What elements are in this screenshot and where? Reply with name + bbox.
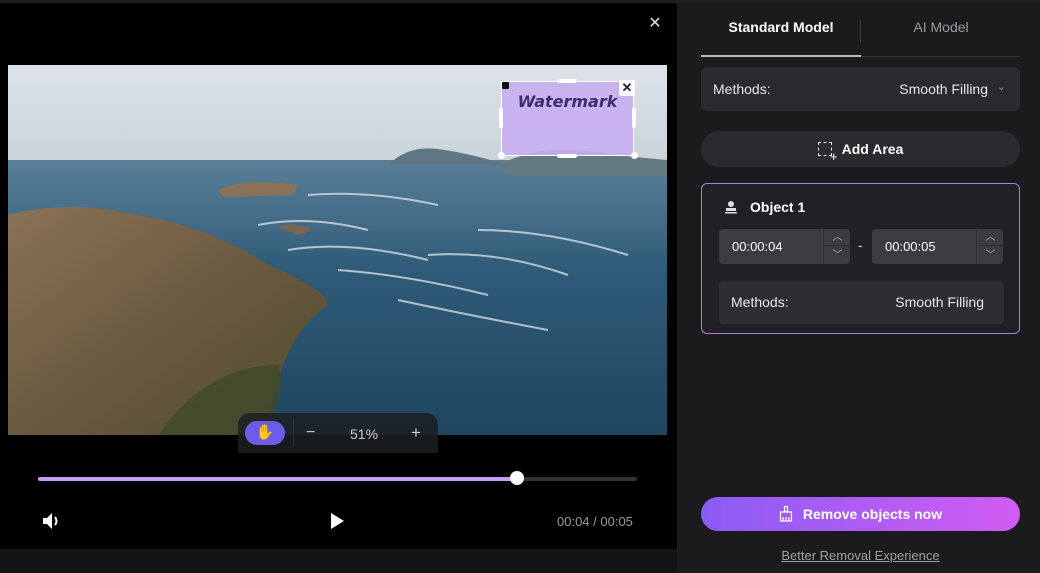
object-methods-row[interactable]: Methods: Smooth Filling (719, 281, 1004, 324)
bottom-strip (0, 549, 677, 573)
watermark-selection[interactable]: Watermark (501, 81, 634, 156)
tab-ai-model[interactable]: AI Model (862, 19, 1020, 35)
play-button[interactable] (331, 513, 344, 529)
object-title: Object 1 (750, 199, 806, 215)
resize-handle[interactable] (632, 108, 636, 128)
remove-selection-icon[interactable]: ✕ (619, 80, 635, 96)
resize-handle[interactable] (631, 152, 638, 159)
resize-handle[interactable] (498, 152, 505, 159)
zoom-out-button[interactable]: − (306, 424, 315, 442)
close-icon[interactable]: ✕ (648, 16, 662, 32)
hand-tool-button[interactable]: ✋ (245, 421, 285, 445)
object-methods-label: Methods: (731, 294, 789, 310)
tab-divider (860, 20, 861, 42)
volume-icon[interactable] (42, 512, 62, 530)
add-area-icon (817, 142, 838, 163)
object-card[interactable]: Object 1 00:00:04 ︿ ﹀ - 00:00:05 ︿ ﹀ Met… (701, 183, 1020, 334)
start-time-value: 00:00:04 (732, 239, 783, 254)
start-time-field[interactable]: 00:00:04 ︿ ﹀ (719, 229, 851, 264)
zoom-in-button[interactable]: + (411, 423, 421, 443)
zoom-level: 51% (350, 426, 379, 442)
end-time-stepper: ︿ ﹀ (976, 229, 1004, 264)
progress-track[interactable] (38, 477, 637, 481)
start-time-stepper: ︿ ﹀ (823, 229, 851, 264)
resize-handle[interactable] (557, 154, 577, 158)
chevron-down-icon[interactable]: ﹀ (824, 247, 851, 264)
tab-active-indicator (701, 55, 861, 57)
methods-label: Methods: (713, 81, 771, 97)
divider (293, 419, 294, 447)
resize-corner-icon[interactable] (502, 82, 509, 89)
object-methods-value: Smooth Filling (895, 294, 984, 310)
progress-fill (38, 477, 518, 481)
resize-handle[interactable] (499, 108, 503, 128)
methods-dropdown[interactable]: Methods: Smooth Filling ⌄ (701, 67, 1020, 111)
methods-value: Smooth Filling (899, 81, 988, 97)
watermark-text: Watermark (517, 92, 618, 111)
chevron-up-icon[interactable]: ︿ (824, 229, 851, 246)
hand-icon: ✋ (255, 424, 275, 441)
add-area-label: Add Area (841, 141, 904, 157)
tab-standard-model[interactable]: Standard Model (702, 19, 860, 35)
time-display: 00:04 / 00:05 (557, 514, 633, 529)
add-area-button[interactable]: Add Area (701, 131, 1020, 167)
remove-objects-label: Remove objects now (802, 506, 943, 522)
stamp-icon (725, 201, 737, 214)
chevron-down-icon[interactable]: ﹀ (977, 247, 1004, 264)
remove-objects-button[interactable]: Remove objects now (701, 497, 1020, 531)
time-separator: - (858, 237, 863, 253)
end-time-value: 00:00:05 (885, 239, 936, 254)
chevron-up-icon[interactable]: ︿ (977, 229, 1004, 246)
broom-icon (779, 506, 792, 522)
better-removal-link[interactable]: Better Removal Experience (701, 548, 1020, 563)
resize-handle[interactable] (557, 79, 577, 83)
chevron-down-icon: ⌄ (996, 81, 1006, 93)
end-time-field[interactable]: 00:00:05 ︿ ﹀ (872, 229, 1004, 264)
